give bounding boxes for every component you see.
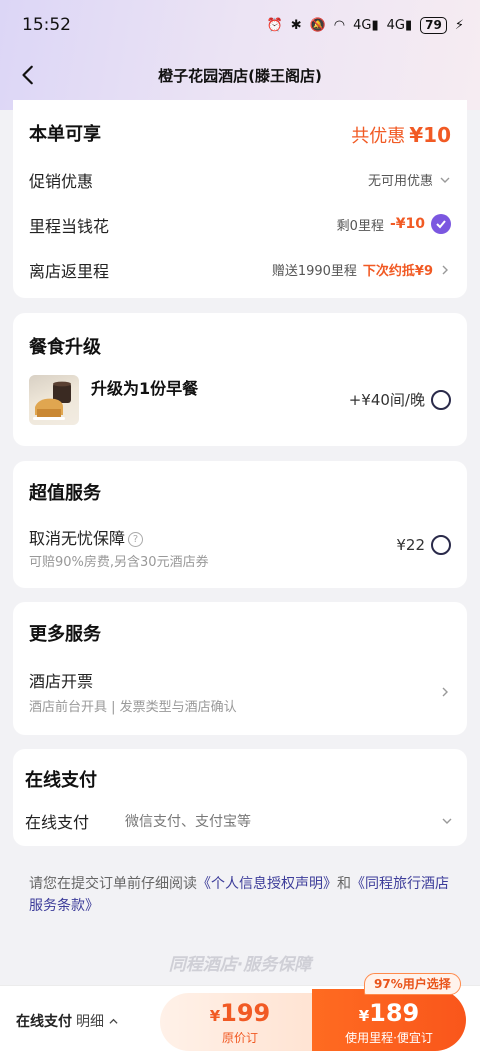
mileage-book-button[interactable]: ¥189 使用里程·便宜订: [312, 989, 466, 1051]
payment-method-label: 在线支付: [25, 813, 90, 832]
page-title: 橙子花园酒店(滕王阁店): [158, 66, 322, 85]
mileage-price: ¥189: [312, 999, 466, 1027]
original-price: ¥199: [160, 999, 320, 1027]
bottom-bar: 在线支付 明细 ¥199 原价订 ¥189 使用里程·便宜订: [0, 985, 480, 1058]
alarm-icon: ⏰: [266, 17, 283, 33]
breakfast-option: +¥40间/晚: [349, 389, 451, 410]
currency-symbol: ¥: [358, 1007, 370, 1025]
chevron-down-icon: [442, 818, 452, 824]
mileage-remaining: 剩0里程: [336, 218, 384, 234]
chevron-right-icon: [442, 687, 448, 697]
breakfast-price: +¥40间/晚: [348, 391, 425, 409]
chevron-down-icon: [440, 177, 450, 183]
status-time: 15:52: [22, 15, 71, 35]
breakfast-label: 升级为1份早餐: [91, 379, 199, 398]
return-next-value: 下次约抵¥9: [362, 264, 433, 279]
detail-toggle[interactable]: 明细: [76, 1014, 119, 1030]
signal-1-icon: 4G▮: [353, 17, 379, 33]
mileage-label: 里程当钱花: [29, 217, 110, 236]
mileage-price-value: 189: [369, 999, 420, 1027]
status-icons: ⏰ ✱ 🔕 ◠ 4G▮ 4G▮ 79 ⚡: [266, 16, 464, 34]
pay-mode-label: 在线支付: [16, 1014, 72, 1030]
offers-title: 本单可享: [29, 124, 101, 145]
offers-card: 本单可享 共优惠 ¥10 促销优惠 无可用优惠 里程当钱花 剩0里程 -¥10 …: [13, 100, 467, 298]
return-mileage-value: 赠送1990里程: [271, 264, 357, 279]
promo-selector[interactable]: 无可用优惠: [368, 170, 451, 189]
original-price-caption: 原价订: [221, 1031, 258, 1045]
question-icon[interactable]: ?: [128, 532, 144, 547]
payment-title: 在线支付: [25, 770, 97, 791]
cancel-protection-text: 取消无忧保障: [29, 529, 126, 548]
terms-notice: 请您在提交订单前仔细阅读《个人信息授权声明》和《同程旅行酒店服务条款》: [29, 873, 454, 917]
invoice-label: 酒店开票: [29, 672, 94, 691]
payment-card: 在线支付 在线支付 微信支付、支付宝等: [13, 749, 467, 846]
cancel-protection-label: 取消无忧保障?: [29, 525, 144, 549]
promo-value: 无可用优惠: [367, 174, 433, 189]
invoice-desc: 酒店前台开具 | 发票类型与酒店确认: [29, 700, 237, 715]
battery-icon: 79: [420, 16, 447, 34]
return-mileage-row[interactable]: 赠送1990里程 下次约抵¥9: [272, 260, 451, 279]
pay-mode: 在线支付 明细: [16, 1011, 119, 1031]
original-price-button[interactable]: ¥199 原价订: [160, 993, 320, 1051]
detail-label: 明细: [76, 1014, 104, 1030]
total-discount: 共优惠 ¥10: [351, 122, 451, 148]
total-discount-label: 共优惠: [351, 126, 406, 147]
meal-title: 餐食升级: [29, 337, 101, 358]
cancel-protection-desc: 可赔90%房费,另含30元酒店券: [29, 555, 209, 570]
mute-icon: 🔕: [309, 17, 326, 33]
privacy-statement-link[interactable]: 《个人信息授权声明》: [197, 876, 337, 892]
cancel-protection-price: ¥22: [396, 536, 425, 554]
signal-2-icon: 4G▮: [386, 17, 413, 33]
cancel-protection-option: ¥22: [396, 535, 451, 555]
mileage-price-caption: 使用里程·便宜订: [345, 1031, 433, 1045]
mileage-checkbox[interactable]: [431, 214, 451, 234]
charging-icon: ⚡: [454, 17, 464, 33]
check-icon: [436, 220, 446, 229]
notice-and: 和: [337, 876, 351, 892]
more-services-title: 更多服务: [29, 624, 101, 645]
chevron-right-icon: [442, 265, 448, 274]
service-title: 超值服务: [29, 483, 101, 504]
wifi-icon: ◠: [333, 17, 346, 33]
more-services-card: 更多服务 酒店开票 酒店前台开具 | 发票类型与酒店确认: [13, 602, 467, 735]
nav-header: 橙子花园酒店(滕王阁店): [0, 52, 480, 98]
user-choice-badge: 97%用户选择: [364, 973, 461, 995]
chevron-up-icon: [109, 1018, 118, 1024]
payment-method-value: 微信支付、支付宝等: [125, 814, 251, 830]
mileage-row: 剩0里程 -¥10: [337, 214, 451, 234]
return-mileage-label: 离店返里程: [29, 262, 110, 281]
currency-symbol: ¥: [209, 1007, 221, 1025]
total-discount-amount: ¥10: [409, 123, 451, 147]
invoice-row[interactable]: 酒店开票 酒店前台开具 | 发票类型与酒店确认: [13, 662, 467, 722]
status-bar: 15:52 ⏰ ✱ 🔕 ◠ 4G▮ 4G▮ 79 ⚡: [0, 0, 480, 50]
network-type-1: 4G: [353, 17, 372, 33]
meal-card: 餐食升级 升级为1份早餐 +¥40间/晚: [13, 313, 467, 446]
mileage-discount: -¥10: [389, 216, 425, 232]
promo-label: 促销优惠: [29, 172, 94, 191]
back-arrow-icon: [22, 65, 33, 85]
cancel-protection-radio[interactable]: [431, 535, 451, 555]
payment-method-row[interactable]: 在线支付 微信支付、支付宝等: [13, 805, 467, 837]
network-type-2: 4G: [386, 17, 405, 33]
breakfast-radio[interactable]: [431, 389, 451, 410]
original-price-value: 199: [220, 999, 271, 1027]
service-guarantee-text: 同程酒店·服务保障: [168, 955, 312, 975]
service-card: 超值服务 取消无忧保障? 可赔90%房费,另含30元酒店券 ¥22: [13, 461, 467, 588]
breakfast-image: [29, 375, 79, 425]
bluetooth-icon: ✱: [290, 17, 302, 33]
back-button[interactable]: [14, 60, 44, 90]
notice-prefix: 请您在提交订单前仔细阅读: [29, 876, 197, 892]
